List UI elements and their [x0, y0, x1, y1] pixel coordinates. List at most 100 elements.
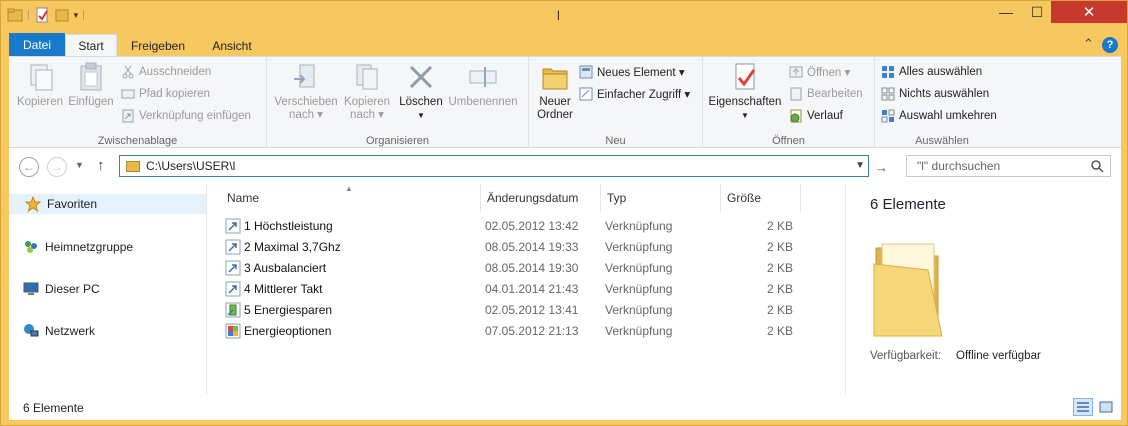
file-date: 02.05.2012 13:42 — [485, 219, 579, 233]
file-name: 5 Energiesparen — [244, 303, 333, 317]
network-icon — [24, 324, 39, 337]
file-date: 08.05.2014 19:33 — [485, 240, 579, 254]
group-label-new: Neu — [605, 135, 626, 147]
file-row[interactable]: 5 Energiesparen 02.05.2012 13:41 Verknüp… — [221, 300, 811, 321]
search-icon[interactable] — [1090, 159, 1104, 173]
nav-item-this-pc[interactable]: Dieser PC — [23, 279, 100, 299]
file-type: Verknüpfung — [605, 219, 673, 233]
group-select: Alles auswählen Nichts auswählen Auswahl… — [875, 57, 1009, 149]
file-row[interactable]: 3 Ausbalanciert 08.05.2014 19:30 Verknüp… — [221, 258, 811, 279]
select-all-button[interactable]: Alles auswählen — [881, 63, 982, 81]
delete-dropdown-icon[interactable]: ▼ — [417, 109, 425, 122]
scissors-icon — [122, 65, 134, 79]
move-to-button[interactable]: Verschieben nach ▾ — [273, 61, 339, 122]
rename-icon — [469, 67, 497, 87]
select-none-button[interactable]: Nichts auswählen — [881, 85, 989, 103]
file-type: Verknüpfung — [605, 282, 673, 296]
tab-start[interactable]: Start — [65, 34, 117, 57]
file-date: 08.05.2014 19:30 — [485, 261, 579, 275]
file-row[interactable]: 2 Maximal 3,7Ghz 08.05.2014 19:33 Verknü… — [221, 237, 811, 258]
homegroup-icon — [25, 241, 37, 253]
paste-shortcut-button[interactable]: Verknüpfung einfügen — [121, 107, 251, 125]
back-arrow-icon[interactable]: ← — [19, 157, 39, 177]
quick-access-toolbar: | ▾ | — [7, 7, 85, 23]
cut-button[interactable]: Ausschneiden — [121, 63, 211, 81]
availability-label: Verfügbarkeit: — [870, 350, 941, 362]
new-folder-label-2: Ordner — [537, 109, 573, 121]
easy-access-button[interactable]: Einfacher Zugriff ▾ — [579, 85, 690, 103]
nav-item-network[interactable]: Netzwerk — [23, 321, 95, 341]
availability-value: Offline verfügbar — [956, 350, 1041, 362]
folder-icon[interactable] — [7, 7, 23, 23]
address-bar[interactable]: C:\Users\USER\l ▼ — [119, 155, 869, 177]
copy-path-button[interactable]: Pfad kopieren — [121, 85, 210, 103]
select-none-label: Nichts auswählen — [899, 88, 990, 100]
file-row[interactable]: 1 Höchstleistung 02.05.2012 13:42 Verknü… — [221, 216, 811, 237]
invert-selection-button[interactable]: Auswahl umkehren — [881, 107, 997, 125]
column-header-type[interactable]: Typ — [601, 184, 721, 212]
column-header-name[interactable]: Name — [221, 184, 481, 212]
navigation-bar: ← → ▼ ↑ C:\Users\USER\l ▼ → "l" durchsuc… — [9, 148, 1121, 184]
history-button[interactable]: Verlauf — [789, 107, 843, 125]
paste-button[interactable]: Einfügen — [65, 61, 117, 109]
main-area: Favoriten Heimnetzgruppe Dieser PC Netzw… — [9, 184, 1121, 394]
copy-to-label-1: Kopieren — [343, 96, 391, 108]
shortcut-icon — [225, 239, 241, 255]
file-row[interactable]: Energieoptionen 07.05.2012 21:13 Verknüp… — [221, 321, 811, 342]
new-folder-label-1: Neuer — [539, 96, 571, 108]
copy-to-label-2: nach ▾ — [350, 109, 384, 121]
move-to-icon — [294, 64, 315, 88]
paste-icon — [80, 62, 102, 91]
recent-locations-chevron-icon[interactable]: ▼ — [75, 160, 84, 170]
file-type: Verknüpfung — [605, 261, 673, 275]
go-arrow-icon[interactable]: → — [875, 160, 888, 175]
move-to-label-2: nach ▾ — [289, 109, 323, 121]
shortcut-icon — [225, 218, 241, 234]
column-header-size[interactable]: Größe — [721, 184, 801, 212]
copy-to-button[interactable]: Kopieren nach ▾ — [341, 61, 393, 122]
file-row[interactable]: 4 Mittlerer Takt 04.01.2014 21:43 Verknü… — [221, 279, 811, 300]
close-button[interactable]: ✕ — [1051, 1, 1127, 23]
tab-view[interactable]: Ansicht — [199, 34, 265, 57]
edit-button[interactable]: Bearbeiten — [789, 85, 863, 103]
tab-share[interactable]: Freigeben — [121, 34, 195, 57]
collapse-ribbon-icon[interactable]: ⌃ — [1083, 36, 1094, 52]
nav-item-favorites[interactable]: Favoriten — [9, 194, 206, 214]
battery-shortcut-icon — [225, 302, 241, 318]
group-label-clipboard: Zwischenablage — [97, 135, 178, 147]
properties-button[interactable]: Eigenschaften ▼ — [707, 61, 783, 122]
new-item-icon — [579, 65, 593, 79]
help-icon[interactable]: ? — [1102, 37, 1118, 53]
file-size: 2 KB — [766, 324, 793, 338]
copy-path-label: Pfad kopieren — [139, 88, 210, 100]
delete-label: Löschen — [399, 96, 443, 108]
title-bar: | ▾ | l — ☐ ✕ — [1, 1, 1127, 32]
new-folder-button[interactable]: Neuer Ordner — [533, 61, 577, 122]
details-view-button[interactable] — [1073, 398, 1093, 416]
forward-arrow-icon[interactable]: → — [47, 157, 67, 177]
file-name: 4 Mittlerer Takt — [244, 282, 323, 296]
new-folder-icon[interactable] — [54, 7, 70, 23]
address-path[interactable]: C:\Users\USER\l — [146, 159, 235, 173]
tab-file[interactable]: Datei — [9, 33, 65, 57]
file-size: 2 KB — [766, 240, 793, 254]
open-button[interactable]: Öffnen ▾ — [789, 63, 850, 81]
copy-button[interactable]: Kopieren — [15, 61, 65, 109]
search-input[interactable]: "l" durchsuchen — [906, 155, 1111, 177]
minimize-button[interactable]: — — [991, 1, 1021, 23]
new-item-button[interactable]: Neues Element ▾ — [579, 63, 685, 81]
maximize-button[interactable]: ☐ — [1023, 1, 1051, 23]
large-icons-view-button[interactable] — [1096, 398, 1116, 416]
address-dropdown-icon[interactable]: ▼ — [855, 160, 865, 171]
customize-chevron-icon[interactable]: ▾ — [74, 10, 79, 21]
select-none-icon — [881, 87, 895, 101]
properties-dropdown-icon[interactable]: ▼ — [741, 109, 749, 122]
shortcut-icon — [225, 260, 241, 276]
nav-item-homegroup[interactable]: Heimnetzgruppe — [23, 237, 133, 257]
properties-icon[interactable] — [34, 7, 50, 23]
properties-label: Eigenschaften — [708, 96, 782, 108]
column-header-date[interactable]: Änderungsdatum — [481, 184, 601, 212]
rename-button[interactable]: Umbenennen — [447, 61, 519, 109]
up-arrow-icon[interactable]: ↑ — [97, 157, 105, 174]
delete-button[interactable]: Löschen ▼ — [399, 61, 443, 122]
